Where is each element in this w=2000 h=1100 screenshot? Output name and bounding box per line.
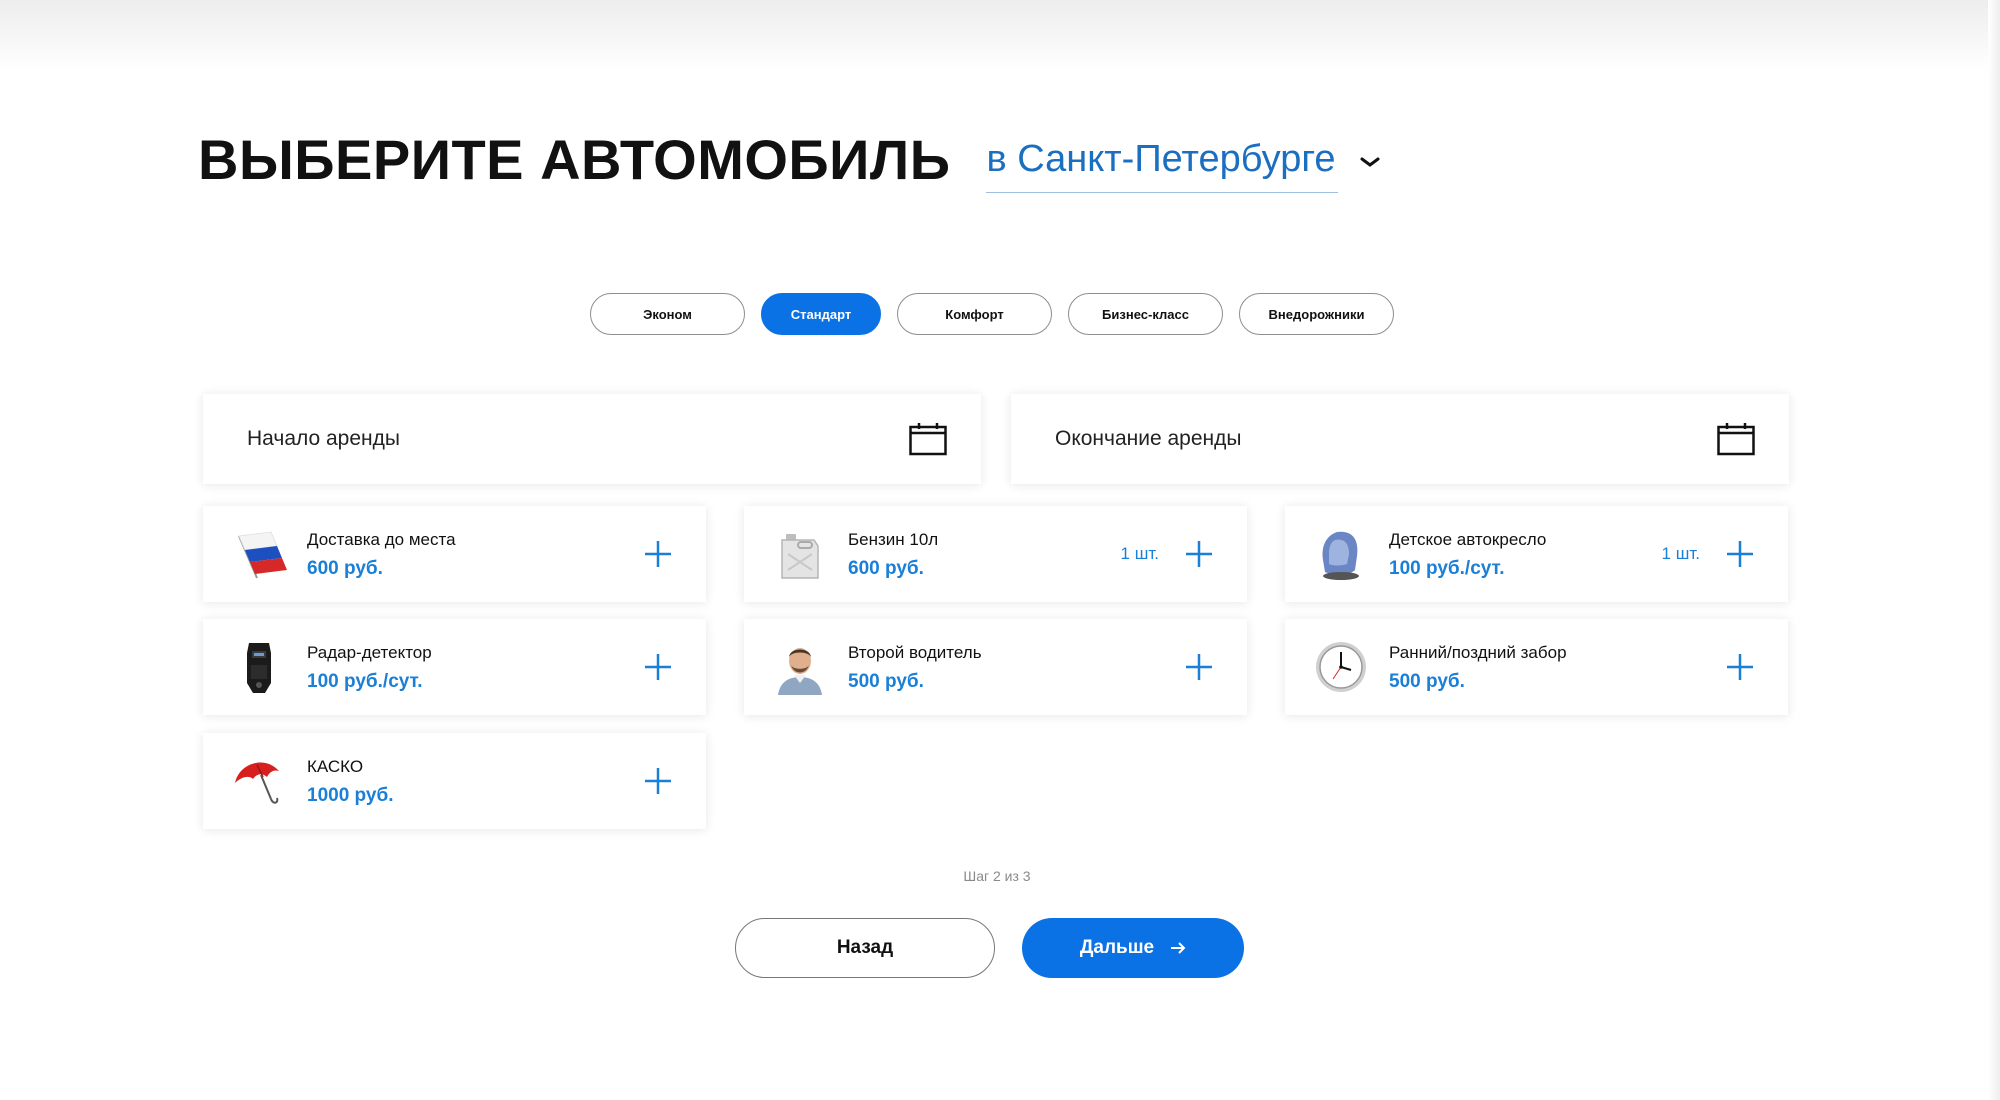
- russian-flag-icon: [238, 531, 287, 579]
- page-header: ВЫБЕРИТЕ АВТОМОБИЛЬ в Санкт-Петербурге: [198, 128, 1380, 193]
- next-button-label: Дальше: [1079, 937, 1155, 958]
- service-name: Ранний/поздний забор: [1389, 643, 1567, 662]
- plus-icon[interactable]: [1726, 653, 1754, 681]
- umbrella-icon: [235, 762, 279, 804]
- rental-end-label: Окончание аренды: [1055, 427, 1242, 450]
- back-button[interactable]: Назад: [735, 918, 995, 978]
- service-name: Бензин 10л: [848, 530, 939, 549]
- service-price: 600 руб.: [848, 558, 924, 579]
- service-name: КАСКО: [307, 757, 364, 776]
- driver-portrait-icon: [778, 648, 822, 695]
- service-quantity: 1 шт.: [1661, 544, 1700, 563]
- next-button[interactable]: Дальше: [1022, 918, 1244, 978]
- service-name: Доставка до места: [307, 530, 456, 549]
- service-card-delivery: Доставка до места 600 руб.: [203, 506, 706, 602]
- rental-start-label: Начало аренды: [247, 427, 400, 450]
- tab-comfort[interactable]: Комфорт: [897, 293, 1052, 335]
- city-label: в Санкт-Петербурге: [986, 134, 1338, 193]
- car-class-tabs: Эконом Стандарт Комфорт Бизнес-класс Вне…: [590, 293, 1410, 335]
- plus-icon[interactable]: [644, 767, 672, 795]
- fuel-canister-icon: [781, 534, 819, 579]
- service-card-second-driver: Второй водитель 500 руб.: [744, 619, 1247, 715]
- top-shadow: [0, 0, 2000, 72]
- step-indicator: Шаг 2 из 3: [963, 868, 1031, 884]
- tab-business[interactable]: Бизнес-класс: [1068, 293, 1223, 335]
- page-title: ВЫБЕРИТЕ АВТОМОБИЛЬ: [198, 128, 951, 191]
- service-quantity: 1 шт.: [1120, 544, 1159, 563]
- plus-icon[interactable]: [1726, 540, 1754, 568]
- rental-start-field[interactable]: Начало аренды: [203, 394, 981, 484]
- child-seat-icon: [1322, 531, 1359, 580]
- calendar-icon: [909, 423, 947, 456]
- service-price: 600 руб.: [307, 558, 383, 579]
- service-name: Радар-детектор: [307, 643, 432, 662]
- radar-detector-icon: [247, 643, 271, 693]
- clock-icon: [1316, 642, 1366, 692]
- tab-economy[interactable]: Эконом: [590, 293, 745, 335]
- service-price: 500 руб.: [1389, 671, 1465, 692]
- calendar-icon: [1717, 423, 1755, 456]
- service-price: 100 руб./сут.: [1389, 558, 1505, 579]
- scroll-edge: [1988, 0, 2000, 1100]
- service-price: 500 руб.: [848, 671, 924, 692]
- service-card-kasko: КАСКО 1000 руб.: [203, 733, 706, 829]
- rental-end-field[interactable]: Окончание аренды: [1011, 394, 1789, 484]
- service-price: 1000 руб.: [307, 785, 394, 806]
- arrow-right-icon: [1171, 942, 1186, 954]
- tab-standard[interactable]: Стандарт: [761, 293, 881, 335]
- service-card-fuel: Бензин 10л 600 руб. 1 шт.: [744, 506, 1247, 602]
- service-card-radar: Радар-детектор 100 руб./сут.: [203, 619, 706, 715]
- chevron-down-icon: [1360, 157, 1380, 167]
- plus-icon[interactable]: [1185, 653, 1213, 681]
- tab-suv[interactable]: Внедорожники: [1239, 293, 1394, 335]
- plus-icon[interactable]: [644, 540, 672, 568]
- plus-icon[interactable]: [644, 653, 672, 681]
- city-selector[interactable]: в Санкт-Петербурге: [986, 134, 1380, 193]
- service-name: Детское автокресло: [1389, 530, 1547, 549]
- plus-icon[interactable]: [1185, 540, 1213, 568]
- service-name: Второй водитель: [848, 643, 982, 662]
- back-button-label: Назад: [836, 937, 894, 958]
- service-price: 100 руб./сут.: [307, 671, 423, 692]
- service-card-early-late-pickup: Ранний/поздний забор 500 руб.: [1285, 619, 1788, 715]
- service-card-child-seat: Детское автокресло 100 руб./сут. 1 шт.: [1285, 506, 1788, 602]
